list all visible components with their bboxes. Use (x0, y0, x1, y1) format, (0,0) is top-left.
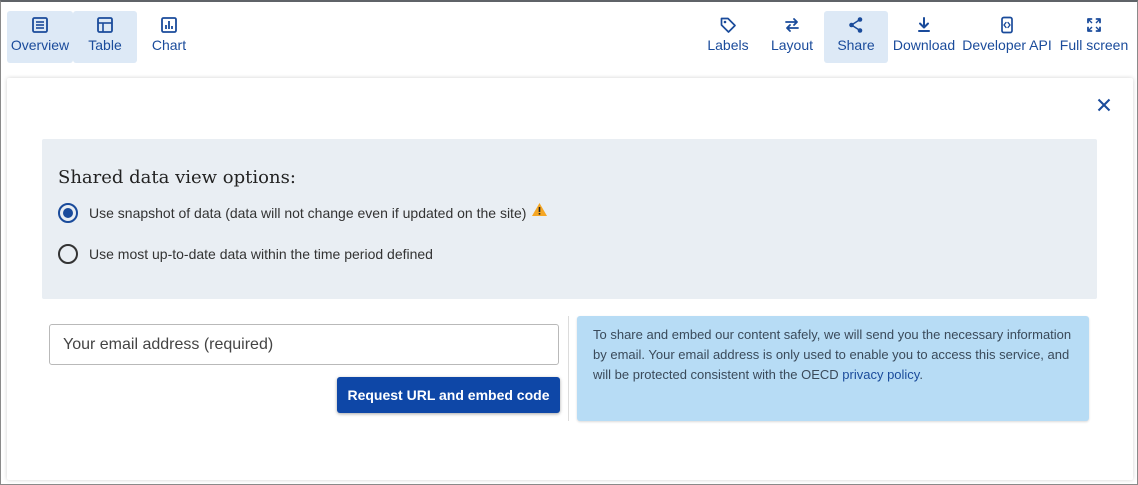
request-url-button[interactable]: Request URL and embed code (337, 377, 560, 413)
option-snapshot[interactable]: Use snapshot of data (data will not chan… (58, 202, 548, 223)
divider (568, 316, 569, 421)
table-button[interactable]: Table (73, 11, 137, 63)
shared-view-options: Shared data view options: Use snapshot o… (42, 139, 1097, 299)
developer-api-label: Developer API (962, 37, 1052, 53)
email-input[interactable] (49, 324, 559, 365)
layout-label: Layout (770, 37, 814, 53)
table-icon (97, 17, 113, 33)
full-screen-label: Full screen (1059, 37, 1129, 53)
swap-icon (785, 18, 799, 32)
info-end: . (919, 367, 923, 382)
share-label: Share (837, 37, 875, 53)
overview-label: Overview (10, 37, 70, 53)
tag-icon (720, 17, 736, 33)
option-snapshot-label: Use snapshot of data (data will not chan… (89, 205, 527, 221)
privacy-policy-link[interactable]: privacy policy (842, 367, 919, 382)
labels-label: Labels (707, 37, 749, 53)
chart-label: Chart (151, 37, 187, 53)
share-icon (849, 17, 863, 33)
info-text: To share and embed our content safely, w… (593, 327, 1072, 382)
download-button[interactable]: Download (891, 11, 957, 63)
download-label: Download (892, 37, 956, 53)
labels-button[interactable]: Labels (697, 11, 759, 63)
full-screen-button[interactable]: Full screen (1057, 11, 1131, 63)
options-title: Shared data view options: (58, 167, 296, 188)
chart-icon (161, 17, 177, 33)
toolbar: Overview Table Chart Labels Layout Share… (1, 2, 1136, 66)
option-latest[interactable]: Use most up-to-date data within the time… (58, 244, 433, 264)
chart-button[interactable]: Chart (137, 11, 201, 63)
overview-button[interactable]: Overview (7, 11, 73, 63)
developer-api-button[interactable]: Developer API (959, 11, 1055, 63)
download-icon (918, 17, 930, 32)
table-label: Table (88, 37, 122, 53)
list-icon (32, 17, 48, 33)
radio-latest[interactable] (58, 244, 78, 264)
close-icon[interactable] (1096, 97, 1112, 113)
code-icon (1001, 16, 1013, 34)
radio-snapshot[interactable] (58, 203, 78, 223)
share-button[interactable]: Share (824, 11, 888, 63)
share-panel: Shared data view options: Use snapshot o… (7, 78, 1133, 480)
layout-button[interactable]: Layout (760, 11, 824, 63)
warning-icon (532, 202, 548, 216)
option-latest-label: Use most up-to-date data within the time… (89, 246, 433, 262)
info-message: To share and embed our content safely, w… (577, 316, 1089, 421)
fullscreen-icon (1087, 18, 1101, 32)
